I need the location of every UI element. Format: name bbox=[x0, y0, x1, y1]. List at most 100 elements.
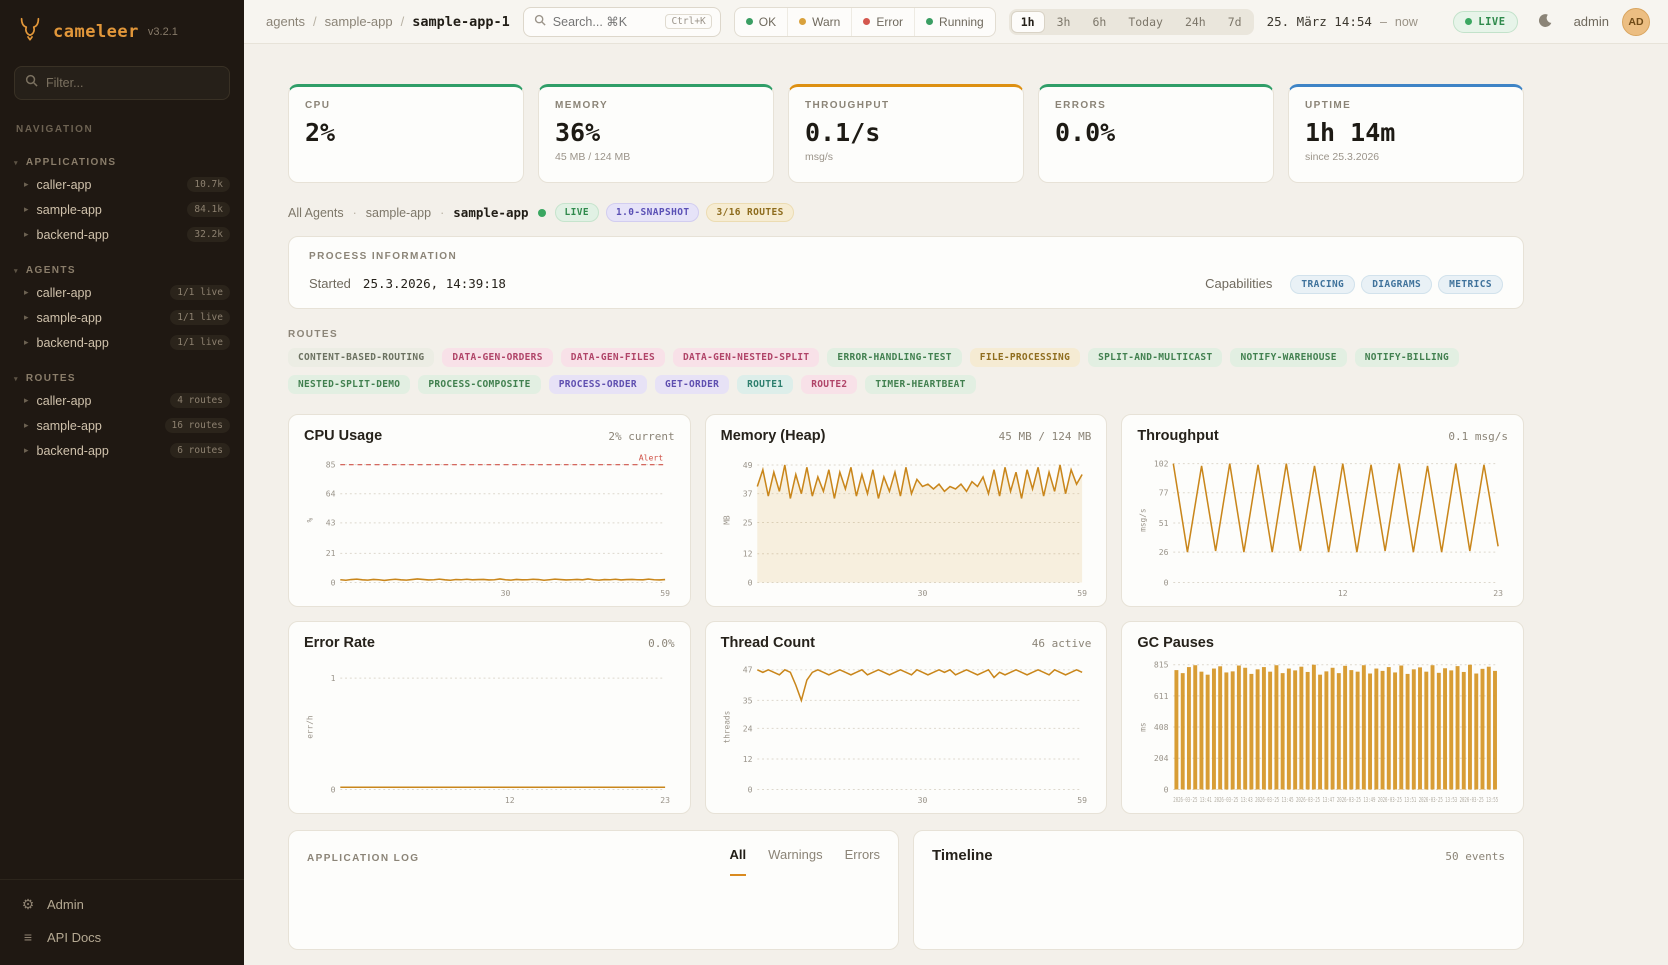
sidebar-filter-input[interactable] bbox=[46, 76, 219, 90]
svg-text:23: 23 bbox=[660, 795, 670, 805]
chart-card-threads: Thread Count46 active473524120threads305… bbox=[705, 621, 1108, 814]
time-range-today[interactable]: Today bbox=[1118, 11, 1173, 33]
sidebar-footer-admin[interactable]: ⚙Admin bbox=[0, 888, 244, 921]
route-chip-get-order[interactable]: GET-ORDER bbox=[655, 375, 729, 394]
status-filter-warn[interactable]: Warn bbox=[787, 8, 851, 36]
svg-text:12: 12 bbox=[505, 795, 515, 805]
route-chip-nested-split-demo[interactable]: NESTED-SPLIT-DEMO bbox=[288, 375, 410, 394]
live-toggle[interactable]: LIVE bbox=[1453, 11, 1517, 33]
sidebar-item-applications-caller-app[interactable]: ▸caller-app10.7k bbox=[0, 172, 244, 197]
time-range-6h[interactable]: 6h bbox=[1082, 11, 1116, 33]
sidebar-item-applications-backend-app[interactable]: ▸backend-app32.2k bbox=[0, 222, 244, 247]
route-chip-data-gen-files[interactable]: DATA-GEN-FILES bbox=[561, 348, 665, 367]
time-range-7d[interactable]: 7d bbox=[1218, 11, 1252, 33]
sidebar-item-label: sample-app bbox=[37, 311, 102, 325]
status-filter-running[interactable]: Running bbox=[914, 8, 995, 36]
agent-context-bar: All Agents·sample-app·sample-app LIVE1.0… bbox=[288, 203, 1524, 222]
sidebar-section-label: APPLICATIONS bbox=[26, 157, 117, 168]
route-chip-notify-warehouse[interactable]: NOTIFY-WAREHOUSE bbox=[1230, 348, 1346, 367]
breadcrumb-item-agents[interactable]: agents bbox=[266, 14, 305, 29]
log-tab-all[interactable]: All bbox=[730, 847, 747, 876]
route-chip-data-gen-nested-split[interactable]: DATA-GEN-NESTED-SPLIT bbox=[673, 348, 819, 367]
sidebar-item-label: backend-app bbox=[37, 336, 109, 350]
time-window[interactable]: 25. März 14:54 – now bbox=[1267, 14, 1418, 29]
chart-title: Error Rate bbox=[304, 635, 375, 651]
time-range-24h[interactable]: 24h bbox=[1175, 11, 1216, 33]
sidebar-section-routes: ▾ROUTES▸caller-app4 routes▸sample-app16 … bbox=[0, 369, 244, 463]
section-collapse-icon: ▾ bbox=[14, 159, 19, 167]
sidebar-item-applications-sample-app[interactable]: ▸sample-app84.1k bbox=[0, 197, 244, 222]
capability-diagrams: DIAGRAMS bbox=[1361, 275, 1432, 294]
agent-badges: LIVE1.0-SNAPSHOT3/16 ROUTES bbox=[555, 203, 794, 222]
sidebar-item-routes-backend-app[interactable]: ▸backend-app6 routes bbox=[0, 438, 244, 463]
sidebar-filter[interactable] bbox=[14, 66, 230, 100]
chevron-right-icon: ▸ bbox=[24, 204, 29, 215]
route-chip-content-based-routing[interactable]: CONTENT-BASED-ROUTING bbox=[288, 348, 434, 367]
search-icon bbox=[534, 13, 546, 31]
agent-live-dot bbox=[538, 209, 546, 217]
sidebar-item-label: caller-app bbox=[37, 394, 92, 408]
chart-card-throughput: Throughput0.1 msg/s1027751260msg/s1223 bbox=[1121, 414, 1524, 607]
breadcrumb-item-sample-app-1[interactable]: sample-app-1 bbox=[412, 14, 510, 30]
route-chip-process-composite[interactable]: PROCESS-COMPOSITE bbox=[418, 375, 540, 394]
gear-icon: ⚙ bbox=[20, 896, 36, 913]
avatar[interactable]: AD bbox=[1622, 8, 1650, 36]
route-chip-data-gen-orders[interactable]: DATA-GEN-ORDERS bbox=[442, 348, 552, 367]
app-logo[interactable]: cameleer v3.2.1 bbox=[0, 0, 244, 56]
log-tab-warnings[interactable]: Warnings bbox=[768, 847, 822, 876]
global-search-input[interactable] bbox=[553, 15, 659, 29]
route-chip-file-processing[interactable]: FILE-PROCESSING bbox=[970, 348, 1080, 367]
sidebar-item-routes-sample-app[interactable]: ▸sample-app16 routes bbox=[0, 413, 244, 438]
separator-dot: · bbox=[440, 206, 444, 220]
route-chip-timer-heartbeat[interactable]: TIMER-HEARTBEAT bbox=[865, 375, 975, 394]
status-filter-error[interactable]: Error bbox=[851, 8, 914, 36]
time-range-1h[interactable]: 1h bbox=[1011, 11, 1045, 33]
route-chip-split-and-multicast[interactable]: SPLIT-AND-MULTICAST bbox=[1088, 348, 1222, 367]
svg-text:408: 408 bbox=[1154, 722, 1169, 732]
status-filter-group: OKWarnErrorRunning bbox=[734, 7, 996, 37]
chevron-right-icon: ▸ bbox=[24, 312, 29, 323]
breadcrumb-item-sample-app[interactable]: sample-app bbox=[325, 14, 393, 29]
sidebar-item-agents-backend-app[interactable]: ▸backend-app1/1 live bbox=[0, 330, 244, 355]
status-dot bbox=[863, 18, 870, 25]
stat-cards-row: CPU2%MEMORY36%45 MB / 124 MBTHROUGHPUT0.… bbox=[288, 84, 1524, 183]
route-chip-process-order[interactable]: PROCESS-ORDER bbox=[549, 375, 647, 394]
stat-label: CPU bbox=[305, 100, 507, 111]
chart-plot-memory: 493725120MB3059 bbox=[721, 448, 1092, 600]
global-search[interactable]: Ctrl+K bbox=[523, 7, 721, 37]
route-chips: CONTENT-BASED-ROUTING DATA-GEN-ORDERS DATA… bbox=[288, 348, 1524, 394]
sidebar-item-badge: 1/1 live bbox=[170, 310, 230, 325]
status-filter-ok[interactable]: OK bbox=[735, 8, 787, 36]
stat-card-cpu: CPU2% bbox=[288, 84, 524, 183]
sidebar-item-agents-caller-app[interactable]: ▸caller-app1/1 live bbox=[0, 280, 244, 305]
sidebar-footer-api-docs[interactable]: ≡API Docs bbox=[0, 921, 244, 953]
time-window-dash: – bbox=[1380, 15, 1387, 29]
process-info-title: PROCESS INFORMATION bbox=[309, 251, 1503, 262]
route-chip-route1[interactable]: ROUTE1 bbox=[737, 375, 793, 394]
svg-text:%: % bbox=[306, 517, 315, 522]
svg-text:43: 43 bbox=[326, 518, 336, 528]
capabilities-list: TRACINGDIAGRAMSMETRICS bbox=[1284, 274, 1503, 292]
route-chip-route2[interactable]: ROUTE2 bbox=[801, 375, 857, 394]
time-range-3h[interactable]: 3h bbox=[1047, 11, 1081, 33]
svg-text:msg/s: msg/s bbox=[1139, 508, 1148, 531]
agent-crumb-all-agents[interactable]: All Agents bbox=[288, 206, 344, 220]
sidebar-section-header-agents[interactable]: ▾AGENTS bbox=[0, 261, 244, 280]
chart-plot-cpu: 856443210%3059Alert bbox=[304, 448, 675, 600]
agent-crumb-sample-app[interactable]: sample-app bbox=[453, 205, 528, 220]
sidebar-section-header-applications[interactable]: ▾ APPLICATIONS bbox=[0, 153, 244, 172]
route-chip-notify-billing[interactable]: NOTIFY-BILLING bbox=[1355, 348, 1459, 367]
chevron-right-icon: ▸ bbox=[24, 179, 29, 190]
log-tab-errors[interactable]: Errors bbox=[845, 847, 880, 876]
breadcrumb-separator: / bbox=[313, 14, 317, 29]
time-range-group: 1h3h6hToday24h7d bbox=[1009, 9, 1254, 35]
route-chip-error-handling-test[interactable]: ERROR-HANDLING-TEST bbox=[827, 348, 961, 367]
sidebar-section-header-routes[interactable]: ▾ROUTES bbox=[0, 369, 244, 388]
svg-text:30: 30 bbox=[501, 588, 511, 598]
theme-toggle-button[interactable] bbox=[1531, 7, 1561, 37]
sidebar-item-routes-caller-app[interactable]: ▸caller-app4 routes bbox=[0, 388, 244, 413]
capability-metrics: METRICS bbox=[1438, 275, 1503, 294]
stat-card-uptime: UPTIME1h 14msince 25.3.2026 bbox=[1288, 84, 1524, 183]
sidebar-item-agents-sample-app[interactable]: ▸ sample-app 1/1 live bbox=[0, 305, 244, 330]
agent-crumb-sample-app[interactable]: sample-app bbox=[366, 206, 431, 220]
